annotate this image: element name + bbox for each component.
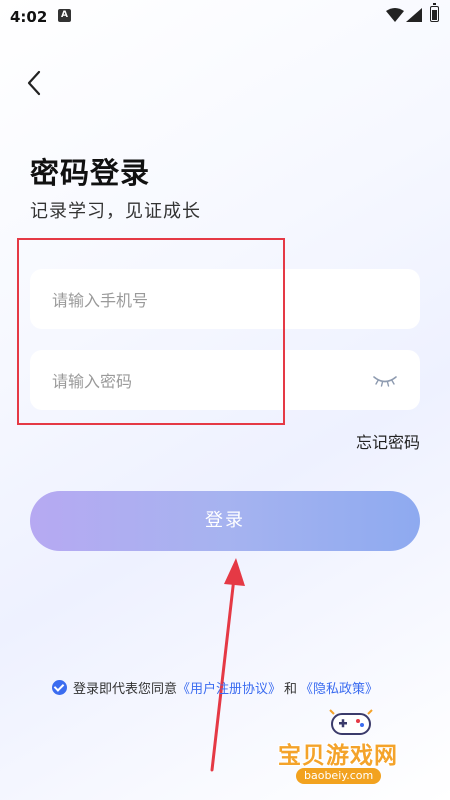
battery-icon bbox=[430, 3, 439, 22]
user-agreement-link[interactable]: 《用户注册协议》 bbox=[177, 678, 281, 697]
status-time: 4:02 bbox=[10, 8, 48, 26]
login-button[interactable]: 登录 bbox=[30, 491, 420, 551]
eye-closed-icon[interactable] bbox=[372, 372, 398, 390]
password-input[interactable] bbox=[50, 350, 374, 412]
phone-field bbox=[30, 269, 420, 331]
page-title: 密码登录 bbox=[30, 156, 151, 190]
agreement-row: 登录即代表您同意 《用户注册协议》 和 《隐私政策》 bbox=[52, 678, 378, 697]
agreement-conjunction: 和 bbox=[284, 682, 298, 697]
privacy-policy-link[interactable]: 《隐私政策》 bbox=[300, 678, 378, 697]
watermark-text: 宝贝游戏网 bbox=[278, 743, 398, 769]
notification-a-icon: A bbox=[58, 9, 71, 22]
chevron-left-icon bbox=[27, 70, 41, 96]
phone-input[interactable] bbox=[50, 269, 374, 331]
password-field bbox=[30, 350, 420, 412]
wifi-icon bbox=[386, 8, 404, 22]
forgot-password-link[interactable]: 忘记密码 bbox=[356, 429, 420, 453]
gamepad-icon bbox=[329, 709, 373, 735]
agreement-text: 登录即代表您同意 bbox=[73, 682, 178, 697]
watermark-logo: 宝贝游戏网 baobeiy.com bbox=[276, 706, 426, 790]
checkbox-checked-icon[interactable] bbox=[52, 680, 67, 695]
signal-icon bbox=[406, 8, 422, 22]
status-bar: 4:02 A bbox=[0, 0, 450, 32]
page-subtitle: 记录学习，见证成长 bbox=[30, 201, 201, 222]
back-button[interactable] bbox=[22, 68, 50, 98]
watermark-url: baobeiy.com bbox=[296, 768, 382, 784]
